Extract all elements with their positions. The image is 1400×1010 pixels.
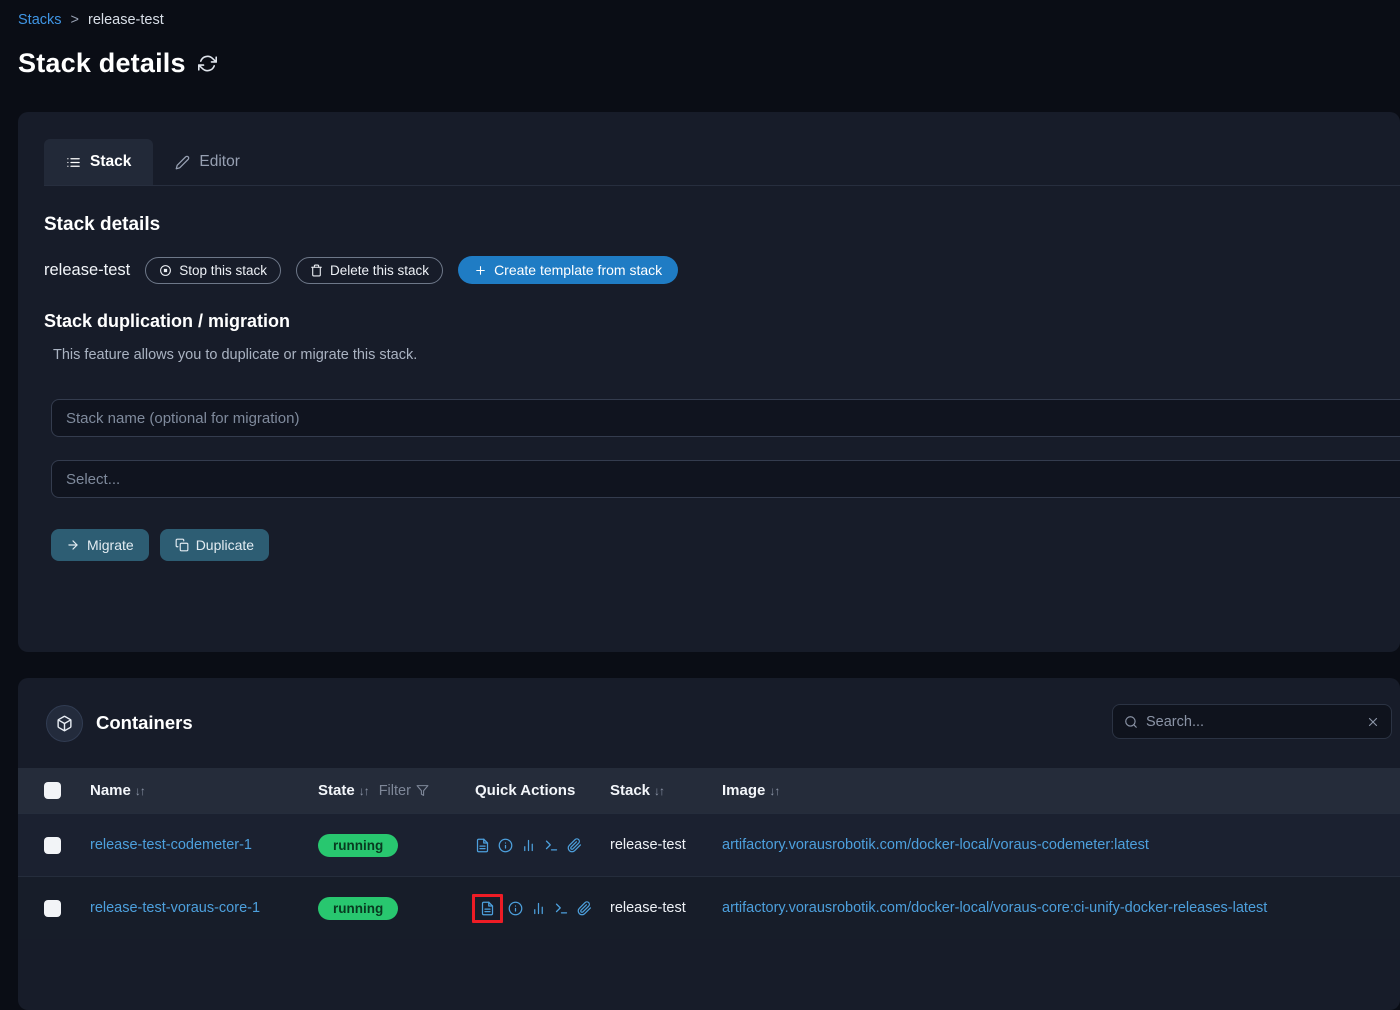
header-stack[interactable]: Stack ↓↑ bbox=[610, 782, 722, 799]
state-filter-button[interactable]: Filter bbox=[379, 783, 429, 799]
container-name-link[interactable]: release-test-voraus-core-1 bbox=[90, 900, 260, 916]
migrate-label: Migrate bbox=[87, 537, 134, 553]
console-icon[interactable] bbox=[544, 838, 559, 853]
trash-icon bbox=[310, 264, 323, 277]
page-title: Stack details bbox=[18, 48, 186, 79]
console-icon[interactable] bbox=[554, 901, 569, 916]
table-row: release-test-codemeter-1 running release… bbox=[18, 813, 1400, 876]
sort-icons-stack[interactable]: ↓↑ bbox=[654, 784, 664, 798]
refresh-icon[interactable] bbox=[198, 54, 217, 73]
list-icon bbox=[66, 155, 81, 170]
image-link[interactable]: artifactory.vorausrobotik.com/docker-loc… bbox=[722, 837, 1149, 853]
quick-actions-cell bbox=[475, 901, 610, 916]
header-name[interactable]: Name ↓↑ bbox=[90, 782, 318, 799]
arrow-right-icon bbox=[66, 538, 80, 552]
plus-icon bbox=[474, 264, 487, 277]
image-link[interactable]: artifactory.vorausrobotik.com/docker-loc… bbox=[722, 900, 1267, 916]
stats-icon[interactable] bbox=[521, 838, 536, 853]
containers-searchbar bbox=[1112, 704, 1392, 739]
tab-stack[interactable]: Stack bbox=[44, 139, 153, 185]
stack-details-card: Stack Editor Stack details release-test … bbox=[18, 112, 1400, 652]
header-state[interactable]: State ↓↑ Filter bbox=[318, 782, 475, 799]
tab-editor-label: Editor bbox=[199, 153, 240, 171]
pencil-icon bbox=[175, 155, 190, 170]
row-checkbox[interactable] bbox=[44, 900, 61, 917]
header-quick-actions: Quick Actions bbox=[475, 782, 610, 799]
tab-stack-label: Stack bbox=[90, 153, 131, 171]
tab-editor[interactable]: Editor bbox=[153, 139, 262, 185]
clear-search-icon[interactable] bbox=[1366, 715, 1380, 729]
attach-icon[interactable] bbox=[577, 901, 592, 916]
header-image[interactable]: Image ↓↑ bbox=[722, 782, 1400, 799]
stop-stack-label: Stop this stack bbox=[179, 263, 267, 278]
table-row: release-test-voraus-core-1 running relea… bbox=[18, 876, 1400, 939]
stop-stack-button[interactable]: Stop this stack bbox=[145, 257, 281, 284]
duplication-heading: Stack duplication / migration bbox=[44, 311, 1400, 332]
cube-icon bbox=[56, 715, 73, 732]
logs-icon[interactable] bbox=[475, 838, 490, 853]
breadcrumb-current: release-test bbox=[88, 12, 164, 28]
delete-stack-label: Delete this stack bbox=[330, 263, 429, 278]
sort-icons-state[interactable]: ↓↑ bbox=[359, 784, 369, 798]
environment-select[interactable]: Select... bbox=[51, 460, 1400, 498]
select-all-checkbox[interactable] bbox=[44, 782, 61, 799]
stats-icon[interactable] bbox=[531, 901, 546, 916]
duplication-actions: Migrate Duplicate bbox=[51, 529, 1400, 561]
stack-cell: release-test bbox=[610, 900, 722, 916]
environment-select-placeholder: Select... bbox=[66, 471, 120, 488]
duplicate-label: Duplicate bbox=[196, 537, 254, 553]
breadcrumb-stacks-link[interactable]: Stacks bbox=[18, 12, 62, 28]
containers-search-input[interactable] bbox=[1146, 714, 1358, 730]
duplicate-button[interactable]: Duplicate bbox=[160, 529, 269, 561]
containers-header: Containers bbox=[18, 678, 1400, 768]
create-template-button[interactable]: Create template from stack bbox=[458, 256, 678, 284]
breadcrumb: Stacks > release-test bbox=[18, 12, 164, 28]
containers-icon-badge bbox=[46, 705, 83, 742]
stack-details-heading: Stack details bbox=[44, 214, 1400, 236]
containers-title: Containers bbox=[96, 712, 193, 734]
status-badge: running bbox=[318, 897, 398, 920]
annotation-highlight-box bbox=[472, 894, 503, 923]
search-icon bbox=[1124, 715, 1138, 729]
migrate-button[interactable]: Migrate bbox=[51, 529, 149, 561]
create-template-label: Create template from stack bbox=[494, 262, 662, 278]
funnel-icon bbox=[416, 784, 429, 797]
containers-card: Containers Name ↓↑ State ↓↑ Filter bbox=[18, 678, 1400, 1010]
containers-table-header: Name ↓↑ State ↓↑ Filter Quick Actions St… bbox=[18, 768, 1400, 813]
status-badge: running bbox=[318, 834, 398, 857]
copy-icon bbox=[175, 538, 189, 552]
stack-cell: release-test bbox=[610, 837, 722, 853]
breadcrumb-separator: > bbox=[71, 12, 79, 28]
tab-bar: Stack Editor bbox=[44, 140, 1400, 186]
stop-icon bbox=[159, 264, 172, 277]
logs-icon[interactable] bbox=[480, 901, 495, 916]
sort-icons-name[interactable]: ↓↑ bbox=[135, 784, 145, 798]
inspect-icon[interactable] bbox=[498, 838, 513, 853]
delete-stack-button[interactable]: Delete this stack bbox=[296, 257, 443, 284]
stack-name: release-test bbox=[44, 261, 130, 280]
container-name-link[interactable]: release-test-codemeter-1 bbox=[90, 837, 252, 853]
page-title-row: Stack details bbox=[18, 48, 217, 79]
stack-name-input[interactable] bbox=[51, 399, 1400, 437]
duplication-description: This feature allows you to duplicate or … bbox=[53, 347, 1400, 363]
attach-icon[interactable] bbox=[567, 838, 582, 853]
inspect-icon[interactable] bbox=[508, 901, 523, 916]
quick-actions-cell bbox=[475, 838, 610, 853]
row-checkbox[interactable] bbox=[44, 837, 61, 854]
sort-icons-image[interactable]: ↓↑ bbox=[769, 784, 779, 798]
stack-actions-row: release-test Stop this stack Delete this… bbox=[44, 256, 1400, 284]
